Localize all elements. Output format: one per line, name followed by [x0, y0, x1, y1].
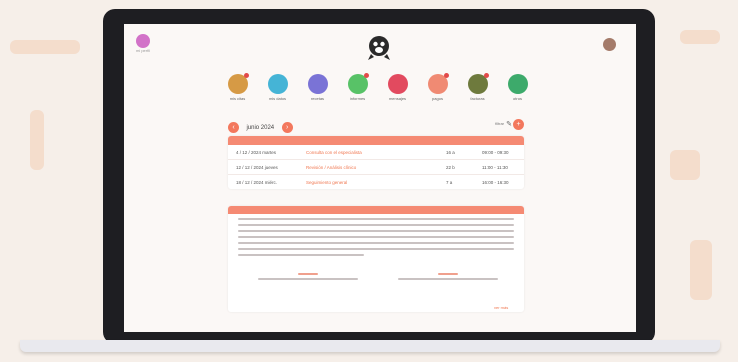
text-line	[398, 278, 498, 280]
add-appointment-button[interactable]: +	[513, 119, 524, 130]
nav-item-pagos[interactable]: pagos	[424, 73, 451, 101]
edit-icon[interactable]: ✎	[506, 120, 512, 128]
month-selector: ‹ junio 2024 › filtrar ✎ +	[228, 119, 524, 134]
row-title-link[interactable]: Revisión / Análisis clínico	[306, 165, 356, 170]
nav-label: pagos	[432, 96, 443, 101]
table-row[interactable]: 18 / 12 / 2024 miérc. Seguimiento genera…	[228, 175, 524, 189]
table-row[interactable]: 12 / 12 / 2024 jueves Revisión / Análisi…	[228, 160, 524, 175]
nav-label: mis citas	[229, 96, 246, 101]
text-line	[238, 254, 364, 256]
row-date: 4 / 12 / 2024 martes	[236, 150, 277, 155]
prev-month-button[interactable]: ‹	[228, 122, 239, 134]
nav-label: recetas	[310, 96, 325, 101]
notification-badge	[443, 73, 449, 78]
laptop-base	[20, 340, 720, 352]
background-decor	[10, 40, 80, 54]
see-more-link[interactable]: ver más	[494, 305, 508, 310]
background-decor	[30, 110, 44, 170]
text-line	[298, 273, 318, 275]
nav-label: informes	[349, 96, 366, 101]
prescription-icon	[307, 74, 328, 94]
row-time: 11:00 - 11:30	[482, 165, 508, 170]
info-footer: ver más	[228, 302, 524, 312]
row-time: 09:00 - 09:30	[482, 150, 509, 155]
nav-label: facturas	[470, 96, 485, 101]
text-line	[238, 242, 514, 244]
nav-label: mensajes	[388, 96, 407, 101]
main-nav: mis citas mis datos recetas informes men…	[224, 73, 531, 101]
notification-badge	[243, 73, 249, 78]
info-panel: ver más	[228, 206, 524, 312]
text-line	[438, 273, 458, 275]
text-line	[238, 218, 514, 220]
calendar-icon	[227, 73, 249, 94]
app-screen: mi perfil mis citas mis datos recetas in…	[124, 24, 636, 332]
user-label: mi perfil	[136, 48, 151, 53]
nav-item-datos[interactable]: mis datos	[264, 74, 291, 101]
nav-item-mensajes[interactable]: mensajes	[384, 74, 411, 101]
report-icon	[347, 73, 369, 94]
avatar[interactable]	[603, 38, 616, 51]
nav-item-recetas[interactable]: recetas	[304, 74, 331, 101]
table-row[interactable]: 4 / 12 / 2024 martes Consulta con el esp…	[228, 145, 524, 160]
row-title-link[interactable]: Consulta con el especialista	[306, 150, 362, 155]
notification-badge	[363, 73, 369, 78]
text-line	[238, 248, 514, 250]
notification-badge	[483, 73, 489, 78]
filter-link[interactable]: filtrar	[495, 121, 504, 126]
info-column	[388, 273, 508, 280]
row-date: 18 / 12 / 2024 miérc.	[236, 180, 278, 185]
row-code: 22 b	[446, 165, 455, 170]
nav-item-facturas[interactable]: facturas	[464, 73, 491, 101]
more-icon	[507, 74, 528, 94]
nav-item-informes[interactable]: informes	[344, 73, 371, 101]
message-icon	[387, 74, 408, 94]
text-line	[238, 230, 514, 232]
background-decor	[680, 30, 720, 44]
user-icon	[267, 74, 288, 94]
app-logo-icon	[368, 36, 390, 60]
row-code: 16 a	[446, 150, 455, 155]
row-code: 7 a	[446, 180, 453, 185]
background-decor	[690, 240, 712, 300]
row-time: 16:00 - 16:30	[482, 180, 509, 185]
next-month-button[interactable]: ›	[281, 122, 293, 134]
nav-label: mis datos	[268, 96, 287, 101]
text-line	[258, 278, 358, 280]
nav-item-citas[interactable]: mis citas	[224, 73, 251, 101]
invoice-icon	[467, 73, 489, 94]
nav-label: otros	[513, 96, 522, 101]
appointments-table: 4 / 12 / 2024 martes Consulta con el esp…	[228, 136, 524, 189]
row-title-link[interactable]: Seguimiento general	[306, 180, 347, 185]
text-line	[238, 236, 514, 238]
text-line	[238, 224, 514, 226]
info-panel-header	[228, 206, 524, 214]
avatar	[136, 34, 150, 48]
table-header	[228, 136, 524, 145]
user-profile-link[interactable]: mi perfil	[136, 34, 150, 53]
row-date: 12 / 12 / 2024 jueves	[236, 165, 278, 170]
payment-icon	[427, 73, 449, 94]
info-text-block	[228, 218, 524, 256]
app-header: mi perfil	[124, 24, 636, 68]
month-label: junio 2024	[246, 124, 275, 131]
nav-item-otros[interactable]: otros	[504, 74, 531, 101]
background-decor	[670, 150, 700, 180]
info-column	[248, 273, 368, 280]
